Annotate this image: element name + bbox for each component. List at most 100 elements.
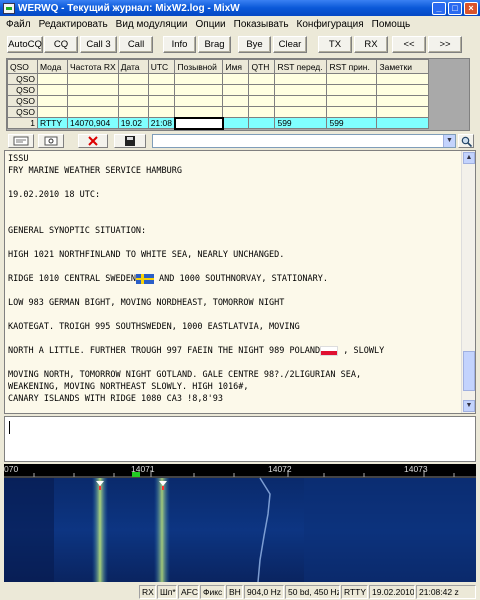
add-qso-icon	[13, 136, 29, 146]
waterfall-display[interactable]: 070 14071 14072 14073	[4, 464, 476, 582]
date-status: 19.02.2010	[369, 585, 415, 599]
column-header[interactable]: QSO	[7, 59, 38, 74]
rx-button[interactable]: RX	[354, 36, 388, 53]
scale-label: 14072	[268, 464, 292, 474]
rx-scrollbar[interactable]: ▲ ▼	[461, 151, 475, 413]
tx-button[interactable]: TX	[318, 36, 352, 53]
save-icon	[125, 136, 135, 146]
log-edit-toolbar: ▼	[0, 133, 480, 149]
rx-line	[8, 357, 460, 369]
transmit-text-window[interactable]	[4, 416, 476, 462]
table-row[interactable]: QSO	[7, 106, 430, 118]
column-header[interactable]: Мода	[37, 59, 68, 74]
window-title: WERWQ - Текущий журнал: MixW2.log - MixW	[18, 2, 240, 14]
frequency-cell[interactable]: 14070,904	[67, 117, 119, 129]
rx-line	[8, 261, 460, 273]
scroll-down-icon[interactable]: ▼	[463, 400, 475, 412]
notes-cell[interactable]	[376, 117, 430, 129]
text-caret	[9, 421, 10, 434]
callsign-combo[interactable]: ▼	[152, 134, 456, 148]
autocq-button[interactable]: AutoCQ	[7, 36, 43, 53]
chevron-down-icon[interactable]: ▼	[443, 135, 455, 147]
table-row[interactable]: QSO	[7, 84, 430, 96]
prev-button[interactable]: <<	[392, 36, 426, 53]
info-button[interactable]: Info	[163, 36, 196, 53]
menu-mode[interactable]: Вид модуляции	[112, 19, 192, 30]
column-header[interactable]: UTC	[147, 59, 176, 74]
maximize-button[interactable]: □	[448, 1, 462, 15]
signal-trace	[92, 478, 108, 582]
row-header: QSO	[7, 73, 38, 85]
clear-button[interactable]: Clear	[273, 36, 307, 53]
lookup-button[interactable]	[458, 134, 474, 148]
brag-button[interactable]: Brag	[198, 36, 231, 53]
rx-line: ISSU	[8, 154, 29, 164]
status-bar: RX Шп* AFC Фикс ВН 904,0 Hz 50 bd, 450 H…	[0, 584, 480, 600]
menu-config[interactable]: Конфигурация	[293, 19, 368, 30]
scroll-thumb[interactable]	[463, 351, 475, 391]
rst-received-cell[interactable]: 599	[326, 117, 378, 129]
column-header[interactable]: Имя	[222, 59, 250, 74]
mode-status[interactable]: RTTY	[341, 585, 368, 599]
noise-status[interactable]: Шп*	[157, 585, 177, 599]
next-button[interactable]: >>	[428, 36, 462, 53]
delete-icon	[88, 136, 98, 146]
mode-cell[interactable]: RTTY	[37, 117, 68, 129]
rx-line	[8, 201, 460, 213]
menu-options[interactable]: Опции	[192, 19, 230, 30]
column-header[interactable]: RST прин.	[326, 59, 378, 74]
rx-line: CANARY ISLANDS WITH RIDGE 1080 CA3 !8,8'…	[8, 394, 223, 404]
column-header[interactable]: Позывной	[174, 59, 224, 74]
waterfall-graphic	[4, 464, 476, 582]
save-qso-button[interactable]	[114, 134, 146, 148]
vn-status[interactable]: ВН	[226, 585, 243, 599]
call3-button[interactable]: Call 3	[80, 36, 117, 53]
table-row[interactable]: QSO	[7, 73, 430, 85]
rst-sent-cell[interactable]: 599	[274, 117, 328, 129]
column-header[interactable]: Частота RX	[67, 59, 119, 74]
table-header: QSO Мода Частота RX Дата UTC Позывной Им…	[7, 59, 430, 74]
bye-button[interactable]: Bye	[238, 36, 271, 53]
menu-file[interactable]: Файл	[2, 19, 35, 30]
find-qso-button[interactable]	[38, 134, 64, 148]
table-row-active[interactable]: 1 RTTY 14070,904 19.02 21:08 599 599	[7, 116, 430, 130]
callsign-cell[interactable]	[173, 116, 224, 130]
utc-cell[interactable]: 21:08	[147, 117, 176, 129]
table-row[interactable]: QSO	[7, 95, 430, 107]
row-header: QSO	[7, 95, 38, 107]
sweden-flag-icon	[135, 273, 154, 284]
qso-log-table: QSO Мода Частота RX Дата UTC Позывной Им…	[6, 58, 470, 131]
menu-edit[interactable]: Редактировать	[35, 19, 112, 30]
qth-cell[interactable]	[248, 117, 276, 129]
rx-line	[8, 309, 460, 321]
menu-help[interactable]: Помощь	[368, 19, 415, 30]
name-cell[interactable]	[222, 117, 250, 129]
column-header[interactable]: Заметки	[376, 59, 430, 74]
close-button[interactable]: ×	[464, 1, 478, 15]
column-header[interactable]: RST перед.	[274, 59, 328, 74]
add-qso-button[interactable]	[8, 134, 34, 148]
scale-label: 14073	[404, 464, 428, 474]
audio-frequency[interactable]: 904,0 Hz	[244, 585, 284, 599]
scroll-up-icon[interactable]: ▲	[463, 152, 475, 164]
date-cell[interactable]: 19.02	[117, 117, 149, 129]
minimize-button[interactable]: _	[432, 1, 446, 15]
row-number: 1	[7, 117, 38, 129]
app-icon	[3, 2, 15, 14]
afc-status[interactable]: AFC	[178, 585, 199, 599]
column-header[interactable]: QTH	[248, 59, 276, 74]
rx-line	[8, 237, 460, 249]
title-bar: WERWQ - Текущий журнал: MixW2.log - MixW…	[0, 0, 480, 16]
cq-button[interactable]: CQ	[44, 36, 78, 53]
baud-bandwidth[interactable]: 50 bd, 450 Hz	[285, 585, 340, 599]
receive-text-window[interactable]: ISSU FRY MARINE WEATHER SERVICE HAMBURG …	[4, 150, 476, 414]
call-button[interactable]: Call	[119, 36, 153, 53]
rx-line: GENERAL SYNOPTIC SITUATION:	[8, 226, 147, 236]
delete-qso-button[interactable]	[78, 134, 108, 148]
menu-view[interactable]: Показывать	[230, 19, 293, 30]
poland-flag-icon	[320, 345, 339, 356]
rx-line	[8, 177, 460, 189]
rx-status[interactable]: RX	[139, 585, 156, 599]
fixed-status[interactable]: Фикс	[200, 585, 225, 599]
column-header[interactable]: Дата	[117, 59, 149, 74]
